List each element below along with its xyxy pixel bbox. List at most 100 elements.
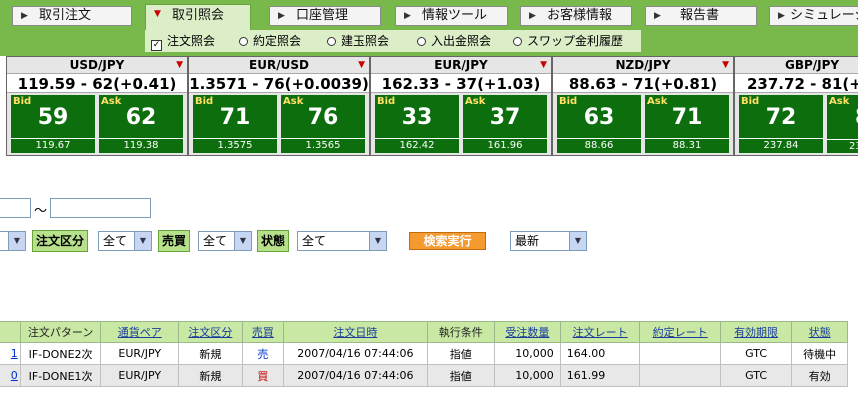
col-header-side[interactable]: 売買 xyxy=(241,321,285,343)
col-header-fill-rate[interactable]: 約定レート xyxy=(639,321,721,343)
ask-sub-rate: 23 xyxy=(827,139,858,153)
cell-pair: EUR/JPY xyxy=(100,342,180,365)
quote-line: 1.3571 - 76(+0.0039) xyxy=(189,73,369,93)
col-header-status[interactable]: 状態 xyxy=(791,321,848,343)
bid-button[interactable]: Bid 72 237.84 xyxy=(739,95,823,153)
side-label: 売買 xyxy=(158,230,191,252)
nav-tab-label: 取引照会 xyxy=(172,8,225,23)
subtab-position-inquiry[interactable]: 建玉照会 xyxy=(327,33,389,49)
nav-tab-order[interactable]: ▶ 取引注文 xyxy=(12,6,132,26)
cell-pattern: IF-DONE1次 xyxy=(19,364,102,387)
nav-tab-label: 情報ツール xyxy=(422,8,488,23)
triangle-right-icon: ▶ xyxy=(278,11,285,21)
radio-icon[interactable] xyxy=(417,37,426,46)
bid-button[interactable]: Bid 33 162.42 xyxy=(375,95,459,153)
chevron-down-icon[interactable]: ▼ xyxy=(369,232,386,250)
dropdown-triangle-icon[interactable]: ▼ xyxy=(358,57,365,73)
chevron-down-icon[interactable]: ▼ xyxy=(569,232,586,250)
date-to-input[interactable] xyxy=(50,198,151,218)
ask-button[interactable]: Ask 76 1.3565 xyxy=(281,95,365,153)
search-button[interactable]: 検索実行 xyxy=(409,232,486,250)
sort-select[interactable]: 最新 ▼ xyxy=(510,231,587,251)
radio-icon[interactable] xyxy=(327,37,336,46)
col-header-pair[interactable]: 通貨ペア xyxy=(100,321,180,343)
ask-button[interactable]: Ask 37 161.96 xyxy=(463,95,547,153)
col-header-pattern: 注文パターン xyxy=(19,321,102,343)
bid-button[interactable]: Bid 63 88.66 xyxy=(557,95,641,153)
chevron-down-icon[interactable]: ▼ xyxy=(8,232,25,250)
ask-button[interactable]: Ask 62 119.38 xyxy=(99,95,183,153)
dropdown-triangle-icon[interactable]: ▼ xyxy=(540,57,547,73)
chevron-down-icon[interactable]: ▼ xyxy=(134,232,151,250)
nav-tab-reports[interactable]: ▶ 報告書 xyxy=(645,6,757,26)
dropdown-triangle-icon[interactable]: ▼ xyxy=(176,57,183,73)
nav-tab-simulation[interactable]: ▶ シミュレーション xyxy=(769,6,858,26)
pair-selector[interactable]: USD/JPY ▼ xyxy=(7,57,187,73)
partial-select[interactable]: ▼ xyxy=(0,231,26,251)
pair-selector[interactable]: EUR/JPY ▼ xyxy=(371,57,551,73)
chevron-down-icon[interactable]: ▼ xyxy=(234,232,251,250)
order-id-link[interactable]: 0 xyxy=(11,369,18,382)
table-row: 1 IF-DONE2次 EUR/JPY 新規 売 2007/04/16 07:4… xyxy=(0,342,848,365)
bid-pips: 59 xyxy=(37,105,69,130)
status-select[interactable]: 全て ▼ xyxy=(297,231,387,251)
pair-name: USD/JPY xyxy=(69,58,125,72)
cell-status: 有効 xyxy=(791,364,848,387)
ask-pips: 37 xyxy=(489,105,521,130)
radio-icon[interactable] xyxy=(513,37,522,46)
nav-tab-label: 取引注文 xyxy=(39,8,92,23)
ask-button[interactable]: Ask 71 88.31 xyxy=(645,95,729,153)
ask-pips: 62 xyxy=(125,105,157,130)
date-separator: ～ xyxy=(34,204,48,219)
col-header-expiry[interactable]: 有効期限 xyxy=(719,321,793,343)
select-value: 全て xyxy=(103,234,128,248)
dropdown-triangle-icon[interactable]: ▼ xyxy=(722,57,729,73)
ask-button[interactable]: Ask 8 23 xyxy=(827,95,858,153)
checkbox-checked-icon[interactable]: ✓ xyxy=(151,40,162,51)
cell-condition: 指値 xyxy=(426,342,495,365)
subtab-label: 注文照会 xyxy=(167,34,216,48)
subtab-execution-inquiry[interactable]: 約定照会 xyxy=(239,33,301,49)
nav-tab-account[interactable]: ▶ 口座管理 xyxy=(269,6,381,26)
rate-panel-usdjpy: USD/JPY ▼ 119.59 - 62(+0.41) Bid 59 119.6… xyxy=(6,56,188,156)
ask-sub-rate: 1.3565 xyxy=(281,138,365,153)
select-value: 全て xyxy=(203,234,228,248)
cell-pair: EUR/JPY xyxy=(100,364,180,387)
order-id-link[interactable]: 1 xyxy=(11,347,18,360)
side-select[interactable]: 全て ▼ xyxy=(198,231,252,251)
subtab-order-inquiry[interactable]: ✓ 注文照会 xyxy=(151,33,215,51)
col-header-date[interactable]: 注文日時 xyxy=(283,321,428,343)
bid-button[interactable]: Bid 59 119.67 xyxy=(11,95,95,153)
col-header-qty[interactable]: 受注数量 xyxy=(493,321,561,343)
cell-side: 買 xyxy=(241,364,285,387)
nav-tab-label: シミュレーション xyxy=(790,8,858,23)
date-from-input[interactable] xyxy=(0,198,31,218)
nav-tab-customer[interactable]: ▶ お客様情報 xyxy=(520,6,632,26)
pair-selector[interactable]: NZD/JPY ▼ xyxy=(553,57,733,73)
col-header-order-type[interactable]: 注文区分 xyxy=(178,321,243,343)
triangle-down-icon: ▼ xyxy=(154,9,161,19)
rate-panel-eurjpy: EUR/JPY ▼ 162.33 - 37(+1.03) Bid 33 162.4… xyxy=(370,56,552,156)
bid-sub-rate: 88.66 xyxy=(557,138,641,153)
nav-tab-label: 口座管理 xyxy=(296,8,349,23)
subtab-deposit-inquiry[interactable]: 入出金照会 xyxy=(417,33,491,49)
quote-line: 88.63 - 71(+0.81) xyxy=(553,73,733,93)
nav-tab-label: お客様情報 xyxy=(547,8,613,23)
pair-selector[interactable]: EUR/USD ▼ xyxy=(189,57,369,73)
cell-qty: 10,000 xyxy=(493,364,561,387)
col-header-rate[interactable]: 注文レート xyxy=(559,321,641,343)
nav-tab-info-tools[interactable]: ▶ 情報ツール xyxy=(395,6,508,26)
table-row: 0 IF-DONE1次 EUR/JPY 新規 買 2007/04/16 07:4… xyxy=(0,364,848,387)
bid-button[interactable]: Bid 71 1.3575 xyxy=(193,95,277,153)
radio-icon[interactable] xyxy=(239,37,248,46)
cell-rate: 164.00 xyxy=(559,342,641,365)
pair-selector[interactable]: GBP/JPY xyxy=(735,57,858,73)
nav-tab-inquiry[interactable]: ▼ 取引照会 xyxy=(145,4,251,30)
order-type-label: 注文区分 xyxy=(32,230,89,252)
pair-name: GBP/JPY xyxy=(785,58,840,72)
subtab-swap-history[interactable]: スワップ金利履歴 xyxy=(513,33,623,49)
order-type-select[interactable]: 全て ▼ xyxy=(98,231,152,251)
cell-fill-rate xyxy=(639,364,721,387)
subtab-label: 約定照会 xyxy=(253,34,302,48)
triangle-right-icon: ▶ xyxy=(21,11,28,21)
